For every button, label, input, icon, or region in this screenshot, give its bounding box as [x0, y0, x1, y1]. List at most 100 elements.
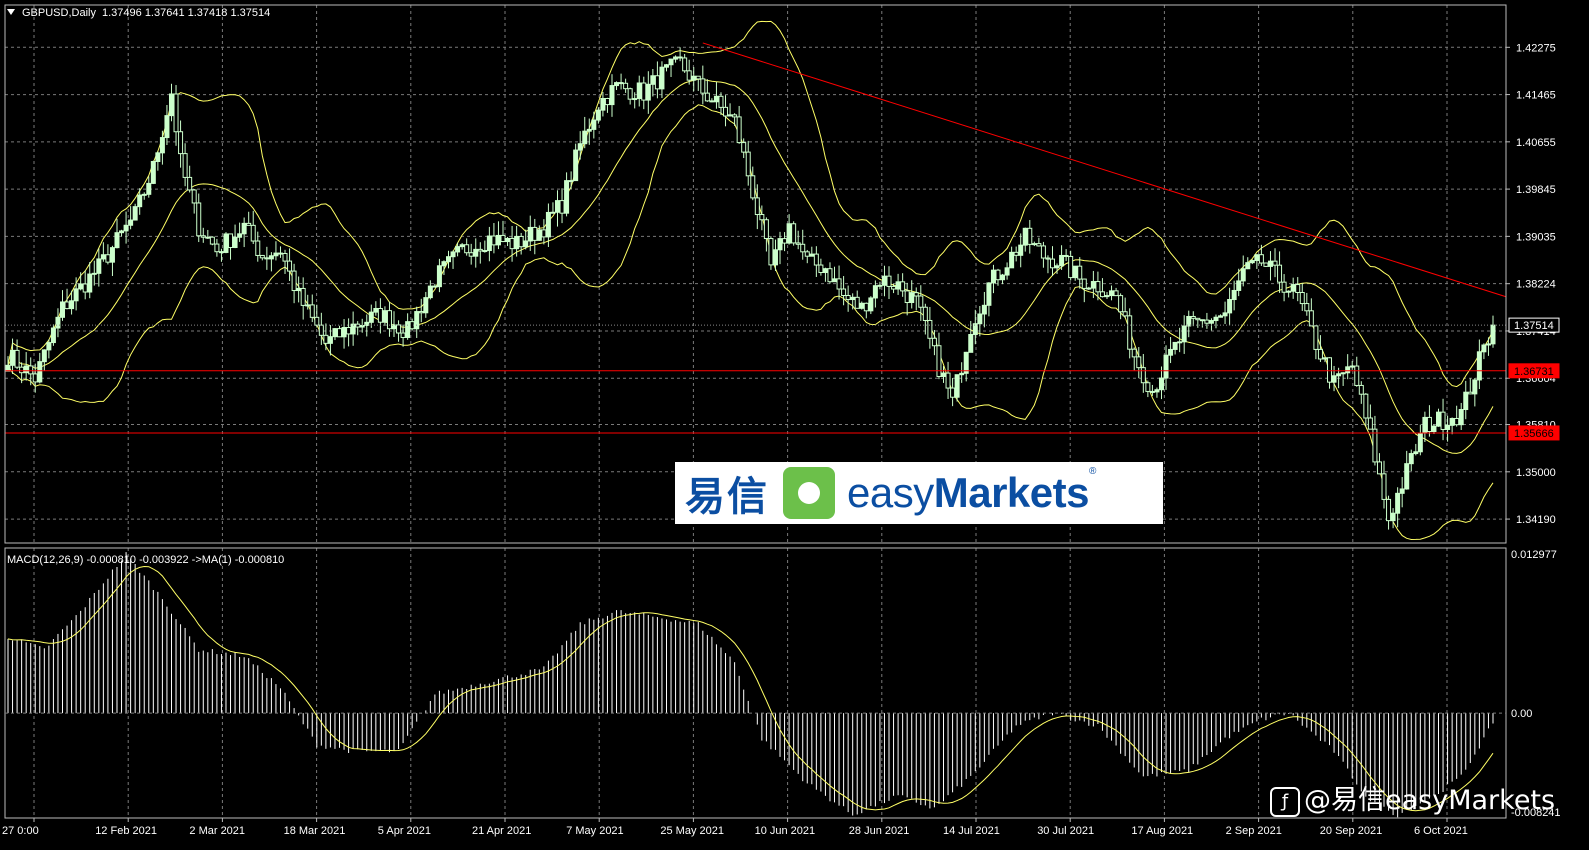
candle-body	[804, 251, 810, 257]
candle-body	[1168, 348, 1174, 356]
candle-body	[709, 100, 715, 103]
candle-body	[600, 98, 606, 111]
candle-body	[146, 182, 152, 195]
candle-body	[881, 275, 887, 286]
candle-body	[1277, 264, 1283, 283]
candle-body	[736, 116, 742, 144]
candle-body	[777, 238, 783, 251]
candle-body	[977, 313, 983, 325]
candle-body	[1145, 382, 1151, 392]
price-badge-label: 1.35666	[1514, 428, 1554, 440]
candle-body	[1045, 257, 1051, 260]
candle-body	[1426, 416, 1432, 433]
candle-body	[741, 142, 747, 153]
candle-body	[1381, 473, 1387, 500]
candle-body	[159, 137, 165, 154]
x-tick-label: 12 Feb 2021	[95, 825, 157, 837]
candle-body	[1449, 417, 1455, 426]
candle-body	[591, 119, 597, 130]
candle-body	[813, 253, 819, 266]
candle-body	[114, 232, 120, 249]
easymarkets-logo: 易信 easyMarkets ®	[675, 462, 1163, 524]
candle-body	[196, 202, 202, 237]
candle-body	[1240, 268, 1246, 282]
candle-body	[645, 83, 651, 101]
candle-body	[1163, 354, 1169, 379]
candle-body	[1099, 291, 1105, 298]
candle-body	[995, 269, 1001, 281]
candle-body	[287, 260, 293, 272]
candle-body	[863, 302, 869, 312]
candle-body	[359, 325, 365, 328]
candle-body	[1395, 492, 1401, 514]
candle-body	[1404, 463, 1410, 490]
candle-body	[1204, 319, 1210, 324]
candle-body	[1254, 254, 1260, 262]
candle-body	[96, 258, 102, 274]
candle-body	[246, 222, 252, 226]
candle-body	[432, 285, 438, 288]
y-tick-label: 1.34190	[1516, 514, 1556, 526]
candle-body	[473, 248, 479, 257]
candle-body	[282, 252, 288, 262]
candle-body	[1358, 384, 1364, 395]
candle-body	[891, 285, 897, 290]
candle-body	[237, 233, 243, 238]
candle-body	[868, 297, 874, 312]
candle-body	[250, 224, 256, 242]
candle-body	[1376, 461, 1382, 475]
candle-body	[1000, 274, 1006, 281]
candle-body	[218, 251, 224, 254]
candle-body	[1190, 315, 1196, 319]
candle-body	[618, 82, 624, 85]
candle-body	[59, 301, 65, 318]
candle-body	[1018, 244, 1024, 256]
candle-body	[182, 153, 188, 178]
candle-body	[241, 222, 247, 235]
candle-body	[1263, 262, 1269, 267]
candle-body	[1490, 324, 1496, 345]
candle-body	[877, 284, 883, 287]
candle-body	[100, 254, 106, 260]
x-tick-label: 14 Jul 2021	[943, 825, 1000, 837]
candle-body	[1181, 325, 1187, 343]
candle-body	[41, 349, 47, 363]
candle-body	[609, 85, 615, 106]
candle-body	[264, 257, 270, 260]
candle-body	[14, 349, 20, 368]
candle-body	[700, 78, 706, 94]
candle-body	[659, 66, 665, 90]
candle-body	[1009, 251, 1015, 269]
candle-body	[827, 268, 833, 283]
candle-body	[427, 285, 433, 299]
candle-body	[1222, 312, 1228, 317]
candle-body	[1467, 391, 1473, 395]
candle-body	[87, 273, 93, 293]
candle-body	[495, 234, 501, 246]
candle-body	[123, 224, 129, 232]
trading-chart[interactable]: 1.42275 1.41465 1.40655 1.39845 1.39035 1.382…	[0, 0, 1589, 850]
candle-body	[200, 235, 206, 238]
candle-body	[223, 233, 229, 253]
candle-body	[73, 288, 79, 302]
candle-body	[1013, 251, 1019, 256]
candle-body	[754, 197, 760, 216]
y-tick-label: 1.40655	[1516, 137, 1556, 149]
candle-body	[1336, 373, 1342, 377]
candle-body	[836, 278, 842, 290]
candle-body	[1186, 315, 1192, 327]
x-tick-label: 25 May 2021	[660, 825, 724, 837]
candle-body	[132, 206, 138, 221]
candle-body	[209, 236, 215, 245]
candle-body	[1417, 432, 1423, 453]
candle-body	[155, 152, 161, 162]
candle-body	[568, 180, 574, 183]
candle-body	[191, 189, 197, 204]
candle-body	[455, 246, 461, 253]
candle-body	[305, 304, 311, 307]
candle-body	[368, 311, 374, 323]
candle-body	[10, 349, 16, 366]
candle-body	[954, 374, 960, 398]
candle-body	[691, 75, 697, 81]
candle-body	[1199, 319, 1205, 322]
